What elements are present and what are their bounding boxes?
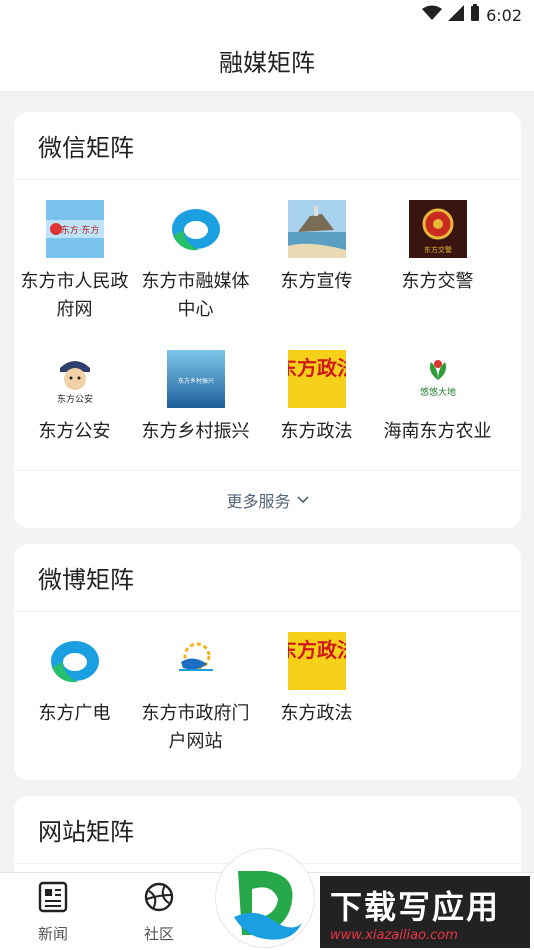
wechat-item-traffic-police[interactable]: 东方交警 东方交警: [377, 200, 498, 350]
wechat-item-label: 东方市融媒体中心: [141, 271, 250, 320]
svg-text:东方政法: 东方政法: [288, 638, 346, 662]
svg-text:东方交警: 东方交警: [424, 245, 452, 254]
weibo-item-law[interactable]: 东方政法 东方政法: [256, 632, 377, 780]
politics-law-icon: 东方政法: [287, 350, 346, 408]
agriculture-logo-icon: 悠悠大地: [408, 350, 467, 408]
wechat-item-law[interactable]: 东方政法 东方政法: [256, 350, 377, 466]
battery-icon: [470, 4, 480, 26]
tab-community[interactable]: 社区: [106, 873, 212, 950]
wechat-item-rural[interactable]: 东方乡村振兴 东方乡村振兴: [135, 350, 256, 466]
status-time: 6:02: [486, 5, 522, 25]
gov-badge-icon: 东方·东方: [45, 200, 104, 258]
watermark-url: www.xiazailiao.com: [330, 927, 458, 943]
city-logo-icon: [216, 871, 316, 950]
svg-text:东方乡村振兴: 东方乡村振兴: [177, 377, 213, 385]
tab-news[interactable]: 新闻: [0, 873, 106, 950]
lighthouse-photo-icon: [287, 200, 346, 258]
wifi-icon: [422, 5, 443, 25]
wechat-item-label: 东方政法: [280, 421, 353, 442]
svg-text:东方公安: 东方公安: [56, 393, 92, 405]
svg-text:悠悠大地: 悠悠大地: [419, 386, 455, 398]
community-icon: [143, 881, 175, 917]
svg-text:东方·东方: 东方·东方: [60, 224, 99, 236]
weibo-matrix-card: 微博矩阵 东方广电 东方市政府门户网站 方政 东方政法: [14, 544, 521, 780]
wechat-section-title: 微信矩阵: [14, 112, 521, 180]
wechat-item-label: 东方交警: [401, 271, 474, 292]
weibo-item-label: 东方广电: [38, 703, 111, 724]
app-header: 融媒矩阵: [0, 30, 534, 92]
more-services-button[interactable]: 更多服务: [14, 470, 521, 528]
weibo-section-title: 微博矩阵: [14, 544, 521, 612]
wechat-item-label: 东方乡村振兴: [141, 421, 250, 442]
police-cartoon-icon: 东方公安: [45, 350, 104, 408]
rural-revival-icon: 东方乡村振兴: [166, 350, 225, 408]
wechat-item-public-security[interactable]: 东方公安 东方公安: [14, 350, 135, 466]
download-watermark: 下载写应用 www.xiazailiao.com: [320, 876, 530, 948]
more-services-label: 更多服务: [226, 491, 291, 511]
police-emblem-icon: 东方交警: [408, 200, 467, 258]
signal-icon: [448, 5, 465, 25]
tab-label: 社区: [143, 925, 174, 943]
wechat-item-agriculture[interactable]: 悠悠大地 海南东方农业: [377, 350, 498, 466]
gov-portal-icon: [166, 632, 225, 690]
status-bar: 6:02: [0, 0, 534, 30]
politics-law-icon: 东方政法: [287, 632, 346, 690]
media-logo-icon: [46, 632, 104, 690]
weibo-item-gov-portal[interactable]: 东方市政府门户网站: [135, 632, 256, 780]
page-title: 融媒矩阵: [219, 49, 315, 77]
watermark-title: 下载写应用: [330, 887, 501, 926]
svg-text:东方政法: 东方政法: [288, 356, 346, 380]
wechat-item-label: 东方市人民政府网: [20, 271, 129, 320]
wechat-item-label: 海南东方农业: [383, 421, 492, 442]
chevron-down-icon: [296, 490, 309, 509]
center-home-button[interactable]: [215, 848, 315, 948]
tab-label: 新闻: [37, 925, 68, 943]
media-logo-icon: [167, 200, 225, 258]
wechat-item-gov[interactable]: 东方·东方 东方市人民政府网: [14, 200, 135, 350]
news-icon: [38, 881, 68, 917]
wechat-item-label: 东方宣传: [280, 271, 353, 292]
weibo-item-label: 东方政法: [280, 703, 353, 724]
weibo-item-label: 东方市政府门户网站: [141, 703, 250, 752]
wechat-item-propaganda[interactable]: 东方宣传: [256, 200, 377, 350]
weibo-item-broadcast[interactable]: 东方广电: [14, 632, 135, 780]
wechat-matrix-card: 微信矩阵 东方·东方 东方市人民政府网 东方市融媒体中心 东方宣传 东方交警 东…: [14, 112, 521, 528]
wechat-item-media-center[interactable]: 东方市融媒体中心: [135, 200, 256, 350]
wechat-item-label: 东方公安: [38, 421, 111, 442]
